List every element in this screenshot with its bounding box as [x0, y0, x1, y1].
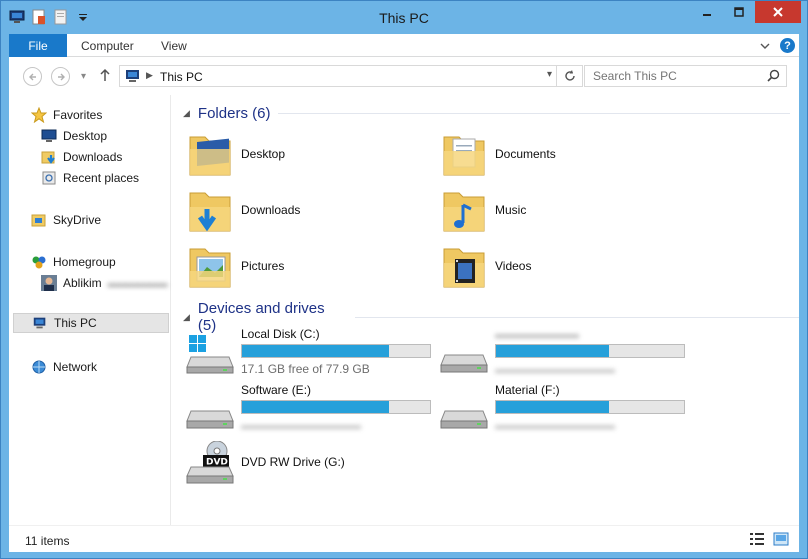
svg-text:DVD: DVD [206, 458, 228, 468]
minimize-icon [703, 14, 711, 16]
help-icon[interactable]: ? [780, 38, 795, 53]
folder-tile-videos[interactable]: Videos [433, 241, 673, 293]
downloads-icon [41, 149, 57, 165]
back-button[interactable] [23, 67, 42, 86]
drive-software-e[interactable]: Software (E:) ▬▬▬▬▬▬▬▬▬▬ [179, 383, 431, 435]
large-icons-view-icon [773, 532, 789, 546]
sidebar-item-downloads[interactable]: Downloads [41, 147, 201, 167]
user-avatar-icon [41, 275, 57, 291]
expand-ribbon-icon[interactable] [760, 39, 770, 53]
address-path[interactable]: This PC [160, 70, 203, 84]
collapse-chevron-icon[interactable]: ◢ [183, 108, 190, 119]
window-title: This PC [379, 10, 429, 26]
file-list-pane: ◢ Folders (6) Desktop Documents Download… [179, 95, 799, 525]
drive-usage-bar [241, 400, 431, 414]
folders-group-header[interactable]: ◢ Folders (6) [183, 105, 791, 122]
up-arrow-icon [100, 68, 110, 81]
folder-tile-pictures[interactable]: Pictures [179, 241, 419, 293]
status-bar: 11 items [9, 525, 799, 552]
drive-usage-fill [496, 345, 609, 357]
navigation-bar: ▾ ▶ This PC ▾ [9, 57, 799, 95]
drive-usage-bar [495, 400, 685, 414]
sidebar-item-favorites[interactable]: Favorites [31, 105, 191, 125]
homegroup-icon [31, 254, 47, 270]
sidebar-item-desktop[interactable]: Desktop [41, 126, 201, 146]
hard-drive-icon [439, 391, 489, 431]
hard-drive-icon [185, 391, 235, 431]
sidebar-item-network[interactable]: Network [31, 357, 191, 377]
sidebar-item-recent-places[interactable]: Recent places [41, 168, 201, 188]
maximize-icon [734, 7, 744, 17]
search-icon[interactable] [767, 69, 780, 85]
folder-tile-desktop[interactable]: Desktop [179, 129, 419, 181]
videos-folder-icon [441, 241, 487, 291]
drive-local-disk-c[interactable]: Local Disk (C:) 17.1 GB free of 77.9 GB [179, 327, 431, 379]
documents-folder-icon [441, 129, 487, 179]
dvd-drive-icon: DVD [185, 440, 235, 484]
tab-view[interactable]: View [161, 39, 187, 53]
downloads-folder-icon [187, 185, 233, 235]
large-icons-view-button[interactable] [773, 532, 789, 549]
drive-usage-fill [496, 401, 609, 413]
tab-file[interactable]: File [9, 34, 67, 57]
skydrive-icon [31, 212, 47, 228]
details-view-button[interactable] [749, 532, 765, 549]
forward-arrow-icon [57, 73, 65, 80]
title-bar[interactable]: This PC [1, 1, 807, 34]
ribbon-tabs: File Computer View ? [9, 34, 799, 57]
search-input[interactable] [585, 66, 755, 86]
breadcrumb-separator-icon[interactable]: ▶ [146, 70, 153, 81]
up-button[interactable] [99, 68, 111, 85]
tab-computer[interactable]: Computer [81, 39, 134, 53]
network-icon [31, 359, 47, 375]
address-dropdown-icon[interactable]: ▾ [547, 69, 552, 80]
drive-program[interactable]: ▬▬▬▬▬▬▬ ▬▬▬▬▬▬▬▬▬▬ [433, 327, 685, 379]
desktop-folder-icon [187, 129, 233, 179]
maximize-button[interactable] [723, 1, 755, 23]
hard-drive-icon [439, 335, 489, 375]
sidebar-item-homegroup[interactable]: Homegroup [31, 252, 191, 272]
drive-material-f[interactable]: Material (F:) ▬▬▬▬▬▬▬▬▬▬ [433, 383, 685, 435]
drive-usage-bar [495, 344, 685, 358]
refresh-button[interactable] [556, 66, 582, 86]
computer-icon [32, 315, 48, 331]
navigation-pane: Favorites Desktop Downloads Recent place… [9, 95, 171, 525]
minimize-button[interactable] [691, 1, 723, 23]
refresh-icon [564, 70, 575, 81]
computer-small-icon [124, 69, 142, 86]
details-view-icon [750, 533, 764, 545]
drive-usage-fill [242, 345, 389, 357]
recent-locations-dropdown-icon[interactable]: ▾ [81, 71, 86, 82]
pictures-folder-icon [187, 241, 233, 291]
window-controls [691, 1, 801, 23]
address-bar[interactable]: ▶ This PC ▾ [119, 65, 583, 87]
folder-tile-music[interactable]: Music [433, 185, 673, 237]
folder-tile-documents[interactable]: Documents [433, 129, 673, 181]
user-name-blurred: ▬▬▬▬▬ [107, 276, 168, 290]
drive-dvd-rw-g[interactable]: DVD DVD RW Drive (G:) [179, 440, 429, 493]
desktop-icon [41, 128, 57, 144]
drive-usage-bar [241, 344, 431, 358]
search-box[interactable] [584, 65, 787, 87]
close-icon [773, 7, 783, 17]
forward-button[interactable] [51, 67, 70, 86]
close-button[interactable] [755, 1, 801, 23]
back-arrow-icon [28, 73, 36, 80]
content-area: Favorites Desktop Downloads Recent place… [9, 95, 799, 525]
drive-usage-fill [242, 401, 389, 413]
item-count: 11 items [25, 534, 70, 548]
music-folder-icon [441, 185, 487, 235]
sidebar-item-this-pc[interactable]: This PC [13, 313, 169, 333]
sidebar-item-skydrive[interactable]: SkyDrive [31, 210, 191, 230]
collapse-chevron-icon[interactable]: ◢ [183, 312, 190, 323]
explorer-window: This PC File Computer View ? ▾ ▶ This PC… [0, 0, 808, 559]
star-icon [31, 107, 47, 123]
recent-places-icon [41, 170, 57, 186]
folder-tile-downloads[interactable]: Downloads [179, 185, 419, 237]
sidebar-item-user[interactable]: Ablikim ▬▬▬▬▬ [41, 273, 201, 293]
windows-drive-icon [185, 335, 235, 375]
